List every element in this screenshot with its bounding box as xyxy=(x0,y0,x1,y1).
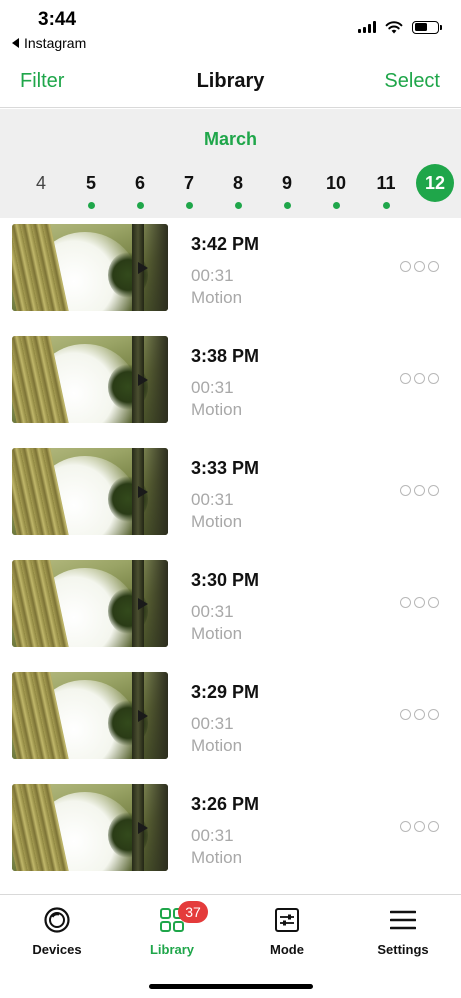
more-options-icon[interactable] xyxy=(400,709,439,720)
clip-duration: 00:31 xyxy=(191,714,234,733)
sliders-icon xyxy=(275,908,299,932)
clip-trigger-type: Motion xyxy=(191,400,243,419)
event-dot-indicator xyxy=(185,202,193,209)
nav-bar: Filter Library Select xyxy=(0,56,461,108)
clip-duration: 00:31 xyxy=(191,490,234,509)
clip-trigger-type: Motion xyxy=(191,624,243,643)
more-options-icon[interactable] xyxy=(400,261,439,272)
clip-row[interactable]: 3:33 PM 00:31 Motion xyxy=(0,442,461,554)
date-day-11[interactable]: 11 xyxy=(366,165,406,209)
clip-duration: 00:31 xyxy=(191,826,234,845)
clip-time: 3:26 PM xyxy=(191,794,260,814)
event-dot-indicator xyxy=(283,202,291,209)
select-button[interactable]: Select xyxy=(384,70,440,93)
tab-settings[interactable]: Settings xyxy=(353,905,453,957)
cellular-signal-icon xyxy=(358,21,376,33)
tab-library[interactable]: 37 Library xyxy=(122,901,222,957)
camera-ring-icon xyxy=(44,907,70,933)
more-options-icon[interactable] xyxy=(400,373,439,384)
clip-time: 3:38 PM xyxy=(191,346,260,366)
clip-trigger-type: Motion xyxy=(191,288,243,307)
clip-row[interactable]: 3:42 PM 00:31 Motion xyxy=(0,218,461,330)
home-indicator xyxy=(149,984,313,989)
clip-time: 3:33 PM xyxy=(191,458,260,478)
play-icon xyxy=(138,821,148,834)
clip-time: 3:29 PM xyxy=(191,682,260,702)
clip-thumbnail[interactable] xyxy=(12,672,168,759)
date-day-number: 5 xyxy=(85,173,96,193)
date-strip: March 4 5 6 7 8 9 10 11 12 xyxy=(0,109,461,218)
tab-label: Devices xyxy=(32,942,82,957)
date-day-4[interactable]: 4 xyxy=(21,165,61,201)
date-day-number: 9 xyxy=(281,173,292,193)
clip-duration: 00:31 xyxy=(191,266,234,285)
date-day-number: 6 xyxy=(134,173,145,193)
clip-list[interactable]: 3:42 PM 00:31 Motion 3:38 PM 00:31 Motion 3:33… xyxy=(0,218,461,894)
notification-badge: 37 xyxy=(178,901,208,923)
date-day-number: 11 xyxy=(376,173,396,193)
tab-bar: Devices 37 Library Mode Settings xyxy=(0,894,461,998)
date-day-number: 7 xyxy=(183,173,194,193)
date-day-9[interactable]: 9 xyxy=(267,165,307,209)
clip-trigger-type: Motion xyxy=(191,512,243,531)
clip-row[interactable]: 3:38 PM 00:31 Motion xyxy=(0,330,461,442)
date-day-number: 4 xyxy=(35,173,46,193)
tab-mode[interactable]: Mode xyxy=(237,905,337,957)
clip-thumbnail[interactable] xyxy=(12,336,168,423)
play-icon xyxy=(138,373,148,386)
clip-time: 3:42 PM xyxy=(191,234,260,254)
back-to-app-link[interactable]: Instagram xyxy=(12,35,86,51)
back-arrow-icon xyxy=(12,38,19,48)
clip-time: 3:30 PM xyxy=(191,570,260,590)
date-day-7[interactable]: 7 xyxy=(169,165,209,209)
clip-duration: 00:31 xyxy=(191,602,234,621)
tab-label: Library xyxy=(149,942,195,957)
menu-icon xyxy=(390,910,416,930)
tab-label: Mode xyxy=(270,942,304,957)
clip-thumbnail[interactable] xyxy=(12,224,168,311)
wifi-icon xyxy=(385,21,403,34)
event-dot-indicator xyxy=(234,202,242,209)
more-options-icon[interactable] xyxy=(400,485,439,496)
clip-trigger-type: Motion xyxy=(191,848,243,867)
event-dot-indicator xyxy=(332,202,340,209)
status-bar: 3:44 Instagram xyxy=(0,0,461,56)
clip-trigger-type: Motion xyxy=(191,736,243,755)
play-icon xyxy=(138,485,148,498)
date-day-number: 10 xyxy=(325,173,347,193)
month-label: March xyxy=(203,129,257,149)
status-icons xyxy=(358,20,442,34)
more-options-icon[interactable] xyxy=(400,821,439,832)
event-dot-indicator xyxy=(382,202,390,209)
clip-row[interactable]: 3:30 PM 00:31 Motion xyxy=(0,554,461,666)
status-time: 3:44 xyxy=(38,9,77,30)
clip-duration: 00:31 xyxy=(191,378,234,397)
tab-label: Settings xyxy=(377,942,429,957)
clip-row[interactable]: 3:26 PM 00:31 Motion xyxy=(0,778,461,890)
date-day-5[interactable]: 5 xyxy=(71,165,111,209)
date-day-8[interactable]: 8 xyxy=(218,165,258,209)
play-icon xyxy=(138,709,148,722)
clip-row[interactable]: 3:29 PM 00:31 Motion xyxy=(0,666,461,778)
date-day-number: 8 xyxy=(232,173,243,193)
tab-devices[interactable]: Devices xyxy=(7,905,107,957)
play-icon xyxy=(138,597,148,610)
battery-icon xyxy=(412,20,442,34)
clip-thumbnail[interactable] xyxy=(12,784,168,871)
date-day-number: 12 xyxy=(416,164,454,202)
date-day-6[interactable]: 6 xyxy=(120,165,160,209)
date-day-10[interactable]: 10 xyxy=(316,165,356,209)
more-options-icon[interactable] xyxy=(400,597,439,608)
clip-thumbnail[interactable] xyxy=(12,560,168,647)
event-dot-indicator xyxy=(87,202,95,209)
back-app-label: Instagram xyxy=(24,35,87,51)
clip-thumbnail[interactable] xyxy=(12,448,168,535)
event-dot-indicator xyxy=(136,202,144,209)
date-day-12[interactable]: 12 xyxy=(415,164,455,202)
play-icon xyxy=(138,261,148,274)
